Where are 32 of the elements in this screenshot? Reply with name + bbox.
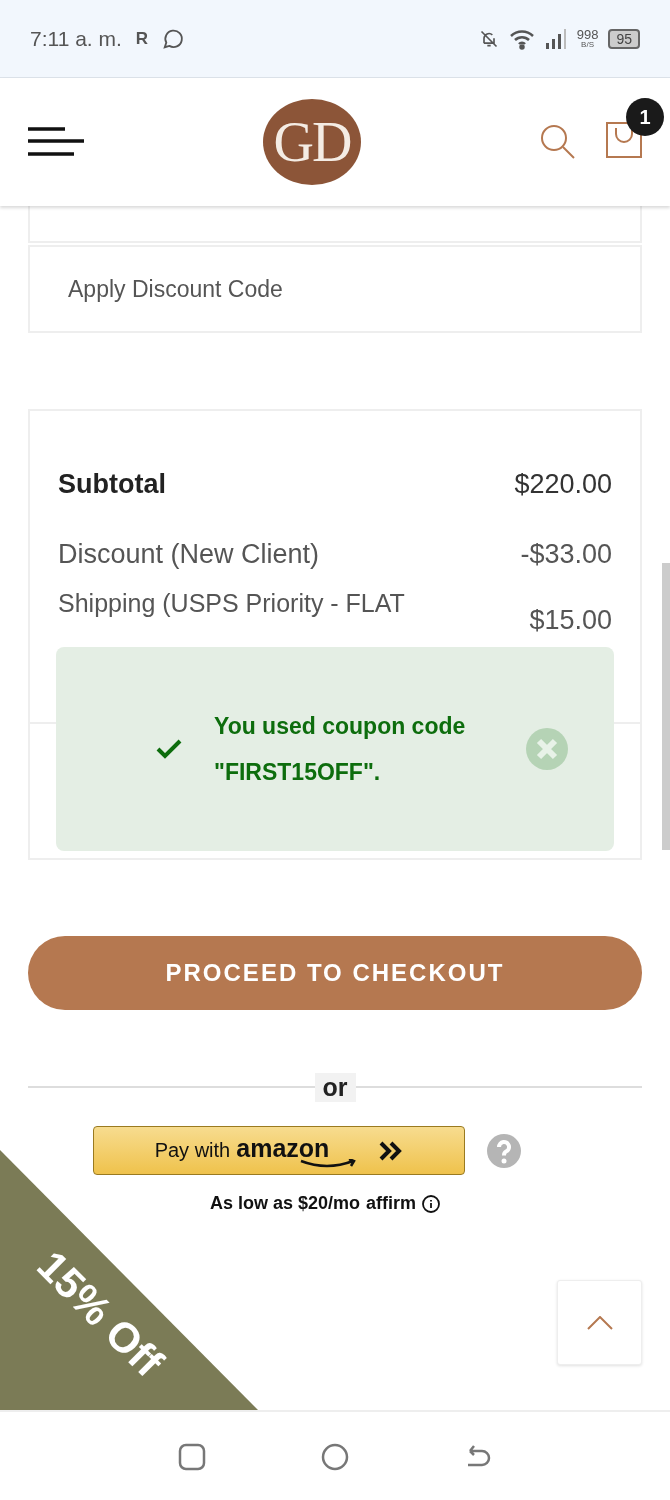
discount-code-toggle[interactable]: Apply Discount Code bbox=[28, 245, 642, 333]
wifi-icon bbox=[508, 27, 535, 50]
check-icon bbox=[156, 739, 182, 759]
signal-icon bbox=[544, 28, 567, 49]
financing-text: As low as $20/mo bbox=[209, 1193, 361, 1214]
total-value: $15.00 bbox=[529, 605, 612, 636]
brand-logo[interactable]: GD bbox=[263, 99, 361, 185]
speed-unit: B/S bbox=[581, 41, 594, 49]
separator-label: or bbox=[314, 1072, 356, 1102]
status-app-mark: R bbox=[135, 28, 149, 49]
chat-bubble-icon bbox=[162, 27, 185, 50]
total-label: Discount (New Client) bbox=[58, 538, 320, 570]
checkout-button[interactable]: PROCEED TO CHECKOUT bbox=[28, 936, 642, 1010]
recent-apps-icon[interactable] bbox=[177, 1443, 206, 1471]
network-speed: 998 bbox=[576, 28, 599, 41]
smile-arrow-icon bbox=[299, 1159, 359, 1169]
info-icon[interactable] bbox=[422, 1194, 441, 1213]
total-label: Shipping (USPS Priority - FLAT bbox=[58, 589, 405, 618]
status-time: 7:11 a. m. bbox=[30, 26, 122, 51]
search-icon[interactable] bbox=[540, 124, 576, 160]
affirm-logo: affirm bbox=[366, 1193, 417, 1214]
toast-message: You used coupon code "FIRST15OFF". bbox=[214, 712, 467, 787]
menu-icon[interactable] bbox=[28, 127, 84, 157]
double-chevron-icon bbox=[379, 1140, 404, 1161]
total-value: $220.00 bbox=[514, 468, 612, 500]
cart-count-badge: 1 bbox=[626, 98, 664, 136]
amazon-pay-button[interactable]: Pay with amazon bbox=[93, 1126, 465, 1175]
home-icon[interactable] bbox=[321, 1443, 349, 1471]
total-label: Subtotal bbox=[58, 468, 166, 500]
chevron-up-icon bbox=[586, 1315, 613, 1330]
total-value: -$33.00 bbox=[520, 538, 612, 570]
battery-level: 95 bbox=[608, 28, 640, 49]
